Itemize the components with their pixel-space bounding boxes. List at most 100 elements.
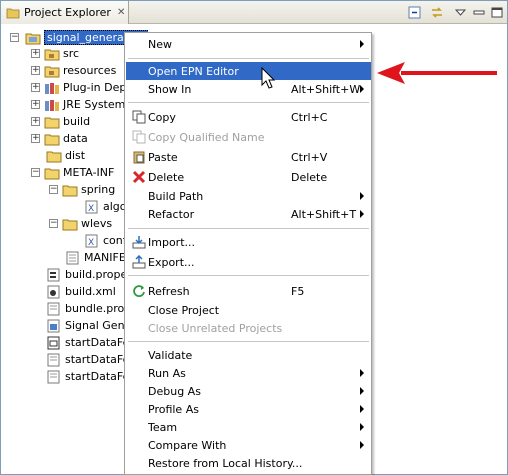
tree-row-build[interactable]: + build bbox=[31, 113, 90, 130]
submenu-arrow-icon bbox=[360, 85, 364, 93]
properties-file-icon bbox=[47, 268, 60, 281]
file-icon bbox=[47, 370, 60, 383]
tree-label: build.proper bbox=[65, 268, 132, 281]
close-icon[interactable]: ✕ bbox=[117, 7, 125, 18]
menu-label: Validate bbox=[148, 348, 193, 362]
menu-label: Import... bbox=[148, 235, 195, 249]
tree-row-manifest[interactable]: MANIFES bbox=[65, 249, 133, 266]
menu-item-refresh[interactable]: Refresh F5 bbox=[126, 282, 371, 300]
collapse-icon[interactable]: − bbox=[49, 219, 58, 228]
refresh-icon bbox=[133, 285, 145, 297]
menu-separator bbox=[128, 102, 369, 103]
tree-row-conf[interactable]: X conf bbox=[84, 232, 127, 249]
menu-item-close-unrelated-projects[interactable]: Close Unrelated Projects bbox=[126, 319, 371, 337]
menu-item-profile-as[interactable]: Profile As bbox=[126, 400, 371, 418]
submenu-arrow-icon bbox=[360, 369, 364, 377]
menu-item-export[interactable]: Export... bbox=[126, 253, 371, 271]
tree-row-start-data-feed[interactable]: startDataFe bbox=[46, 368, 129, 385]
menu-item-debug-as[interactable]: Debug As bbox=[126, 382, 371, 400]
expand-icon[interactable]: + bbox=[31, 66, 40, 75]
tree-row-jre[interactable]: + JRE System bbox=[31, 96, 125, 113]
menu-item-new[interactable]: New bbox=[126, 35, 371, 53]
menu-shortcut: Alt+Shift+W bbox=[291, 82, 361, 96]
menu-separator bbox=[128, 275, 369, 276]
submenu-arrow-icon bbox=[360, 192, 364, 200]
tree-row-build-properties[interactable]: build.proper bbox=[46, 266, 132, 283]
script-file-icon bbox=[47, 336, 60, 349]
tree-row-plugin-deps[interactable]: + Plug-in Depe bbox=[31, 79, 133, 96]
tree-row-start-data-feed[interactable]: startDataFe bbox=[46, 351, 129, 368]
tree-label: spring bbox=[81, 183, 116, 196]
tree-label: algo bbox=[103, 200, 127, 213]
menu-item-open-epn-editor[interactable]: Open EPN Editor bbox=[126, 62, 371, 80]
tree-label: startDataFe bbox=[65, 370, 130, 383]
submenu-arrow-icon bbox=[360, 387, 364, 395]
menu-label: Refresh bbox=[148, 284, 190, 298]
ant-file-icon bbox=[47, 285, 60, 298]
menu-separator bbox=[128, 228, 369, 229]
view-menu-icon[interactable] bbox=[453, 5, 469, 20]
expand-icon[interactable]: + bbox=[31, 134, 40, 143]
menu-item-refactor[interactable]: Refactor Alt+Shift+T bbox=[126, 205, 371, 223]
folder-icon bbox=[44, 134, 60, 145]
menu-item-delete[interactable]: Delete Delete bbox=[126, 168, 371, 186]
tree-row-start-data-feed[interactable]: startDataFe bbox=[46, 334, 129, 351]
menu-label: Debug As bbox=[148, 384, 201, 398]
menu-item-build-path[interactable]: Build Path bbox=[126, 187, 371, 205]
menu-item-restore-from-local-history[interactable]: Restore from Local History... bbox=[126, 454, 371, 472]
folder-icon bbox=[44, 117, 60, 128]
menu-item-show-in[interactable]: Show In Alt+Shift+W bbox=[126, 80, 371, 98]
menu-shortcut: F5 bbox=[291, 284, 305, 298]
tree-row-signal-generation[interactable]: Signal Gener bbox=[46, 317, 136, 334]
tree-row-resources[interactable]: + resources bbox=[31, 62, 116, 79]
menu-item-import[interactable]: Import... bbox=[126, 233, 371, 251]
menu-label: New bbox=[148, 37, 172, 51]
menu-shortcut: Delete bbox=[291, 170, 328, 184]
tree-label: src bbox=[63, 47, 80, 60]
tree-row-build-xml[interactable]: build.xml bbox=[46, 283, 116, 300]
menu-label: Close Unrelated Projects bbox=[148, 321, 283, 335]
menu-item-copy-qualified-name[interactable]: Copy Qualified Name bbox=[126, 128, 371, 146]
link-with-editor-icon[interactable] bbox=[429, 5, 445, 20]
context-menu: New Open EPN Editor Show In Alt+Shift+W … bbox=[124, 32, 372, 475]
epn-file-icon bbox=[47, 319, 60, 332]
tree-row-spring[interactable]: − spring bbox=[49, 181, 115, 198]
menu-item-compare-with[interactable]: Compare With bbox=[126, 436, 371, 454]
menu-item-close-project[interactable]: Close Project bbox=[126, 301, 371, 319]
tree-row-bundle-properties[interactable]: bundle.prop bbox=[46, 300, 131, 317]
menu-item-team[interactable]: Team bbox=[126, 418, 371, 436]
menu-shortcut: Ctrl+C bbox=[291, 110, 328, 124]
tree-row-algo[interactable]: X algo bbox=[84, 198, 127, 215]
annotation-arrow-icon bbox=[377, 62, 497, 84]
expand-icon[interactable]: + bbox=[31, 83, 40, 92]
source-folder-icon bbox=[44, 49, 60, 60]
tree-row-meta-inf[interactable]: − META-INF bbox=[31, 164, 114, 181]
menu-item-paste[interactable]: Paste Ctrl+V bbox=[126, 148, 371, 166]
maximize-icon[interactable] bbox=[489, 5, 505, 20]
tree-row-dist[interactable]: dist bbox=[46, 147, 85, 164]
collapse-all-icon[interactable] bbox=[407, 5, 423, 20]
collapse-icon[interactable]: − bbox=[49, 185, 58, 194]
minimize-icon[interactable] bbox=[471, 5, 487, 20]
menu-item-run-as[interactable]: Run As bbox=[126, 364, 371, 382]
expand-icon[interactable]: + bbox=[31, 100, 40, 109]
submenu-arrow-icon bbox=[360, 210, 364, 218]
menu-label: Copy bbox=[148, 110, 176, 124]
tree-row-wlevs[interactable]: − wlevs bbox=[49, 215, 112, 232]
menu-item-validate[interactable]: Validate bbox=[126, 346, 371, 364]
project-explorer-icon bbox=[6, 8, 20, 18]
tree-row-src[interactable]: + src bbox=[31, 45, 79, 62]
collapse-icon[interactable]: − bbox=[31, 168, 40, 177]
import-icon bbox=[132, 236, 146, 249]
project-explorer-tab[interactable]: Project Explorer ✕ bbox=[1, 1, 129, 24]
tab-title: Project Explorer bbox=[24, 6, 111, 19]
submenu-arrow-icon bbox=[360, 441, 364, 449]
menu-item-copy[interactable]: Copy Ctrl+C bbox=[126, 108, 371, 126]
view-tab-bar: Project Explorer ✕ bbox=[1, 1, 507, 24]
library-icon bbox=[45, 82, 59, 94]
expand-icon[interactable]: + bbox=[31, 49, 40, 58]
collapse-icon[interactable]: − bbox=[10, 33, 19, 42]
tree-row-data[interactable]: + data bbox=[31, 130, 88, 147]
mouse-cursor-icon bbox=[261, 67, 276, 89]
expand-icon[interactable]: + bbox=[31, 117, 40, 126]
